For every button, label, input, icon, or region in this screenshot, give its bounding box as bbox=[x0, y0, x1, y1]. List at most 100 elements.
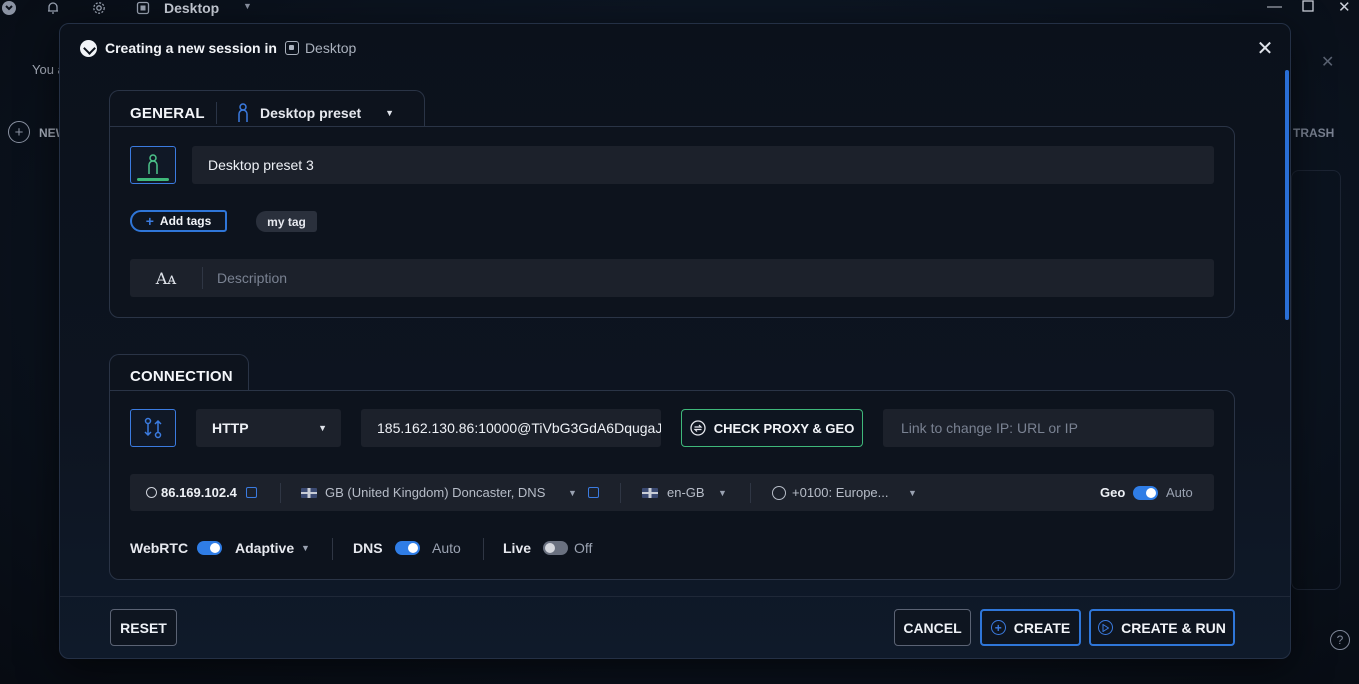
create-label: CREATE bbox=[1013, 619, 1071, 636]
background-new-icon[interactable]: + bbox=[8, 121, 30, 143]
modal-workspace: Desktop bbox=[284, 40, 357, 56]
connection-tab-label: CONNECTION bbox=[130, 368, 233, 385]
live-toggle[interactable] bbox=[543, 541, 568, 555]
chevron-down-icon[interactable]: ▼ bbox=[568, 488, 577, 498]
check-proxy-button[interactable]: CHECK PROXY & GEO bbox=[681, 409, 863, 447]
tag-chip[interactable]: my tag bbox=[256, 211, 317, 232]
workspace-icon bbox=[284, 41, 299, 55]
geo-mode: Auto bbox=[1166, 485, 1193, 500]
add-tags-button[interactable]: + Add tags bbox=[130, 210, 227, 232]
avatar-picker[interactable] bbox=[130, 146, 176, 184]
workspace-icon bbox=[135, 0, 151, 16]
description-placeholder: Description bbox=[217, 270, 288, 286]
preset-selector[interactable]: Desktop preset ▼ bbox=[236, 102, 394, 124]
plus-circle-icon: + bbox=[990, 620, 1006, 635]
copy-icon[interactable] bbox=[588, 487, 599, 498]
geo-label: Geo bbox=[1100, 485, 1126, 500]
person-icon bbox=[238, 103, 248, 122]
brand-logo-icon bbox=[80, 39, 97, 57]
background-panel bbox=[1291, 170, 1341, 590]
app-logo-icon bbox=[0, 0, 18, 16]
ip-address: 86.169.102.4 bbox=[161, 485, 237, 500]
chevron-down-icon[interactable]: ▼ bbox=[908, 488, 917, 498]
create-button[interactable]: + CREATE bbox=[980, 609, 1081, 646]
scrollbar[interactable] bbox=[1285, 70, 1289, 320]
reset-label: RESET bbox=[120, 619, 167, 636]
proxy-type-icon-button[interactable] bbox=[130, 409, 176, 447]
uk-flag-icon bbox=[642, 487, 658, 498]
tab-divider bbox=[216, 102, 217, 124]
avatar-underline bbox=[137, 178, 169, 181]
tag-label: my tag bbox=[267, 214, 306, 229]
minimize-icon[interactable]: — bbox=[1267, 0, 1282, 15]
field-divider bbox=[202, 267, 203, 289]
connection-toggles-row: WebRTC Adaptive ▼ DNS Auto Live Off bbox=[130, 538, 730, 560]
footer-divider bbox=[60, 596, 1290, 597]
webrtc-mode[interactable]: Adaptive bbox=[235, 540, 294, 556]
play-circle-icon bbox=[1098, 620, 1114, 635]
dns-label: DNS bbox=[353, 540, 383, 556]
protocol-select[interactable]: HTTP ▼ bbox=[196, 409, 341, 447]
chevron-down-icon: ▼ bbox=[318, 423, 327, 433]
geo-info-bar: 86.169.102.4 GB (United Kingdom) Doncast… bbox=[130, 474, 1214, 511]
divider bbox=[332, 538, 333, 560]
uk-flag-icon bbox=[301, 487, 317, 498]
create-and-run-button[interactable]: CREATE & RUN bbox=[1089, 609, 1235, 646]
live-mode: Off bbox=[574, 540, 593, 556]
language-value: en-GB bbox=[667, 485, 705, 500]
create-session-modal: Creating a new session in Desktop ✕ GENE… bbox=[59, 23, 1291, 659]
modal-title: Creating a new session in bbox=[105, 40, 277, 56]
gear-icon[interactable] bbox=[91, 0, 107, 16]
refresh-icon bbox=[690, 420, 706, 436]
close-icon[interactable]: ✕ bbox=[1256, 36, 1274, 61]
general-tab-label: GENERAL bbox=[130, 105, 205, 122]
status-circle-icon bbox=[146, 487, 157, 498]
copy-icon[interactable] bbox=[246, 487, 257, 498]
plus-icon: + bbox=[145, 213, 154, 229]
geo-toggle[interactable] bbox=[1133, 485, 1158, 500]
timezone-value: +0100: Europe... bbox=[792, 485, 889, 500]
change-ip-input[interactable]: Link to change IP: URL or IP bbox=[883, 409, 1214, 447]
webrtc-toggle[interactable] bbox=[197, 541, 222, 555]
background-close-icon[interactable]: ✕ bbox=[1321, 52, 1334, 72]
reset-button[interactable]: RESET bbox=[110, 609, 177, 646]
proxy-value: 185.162.130.86:10000@TiVbG3GdA6DqugaJ bbox=[377, 420, 661, 436]
create-and-run-label: CREATE & RUN bbox=[1121, 619, 1226, 636]
workspace-caret-icon[interactable]: ▼ bbox=[243, 1, 252, 11]
dns-mode: Auto bbox=[432, 540, 461, 556]
session-name-value: Desktop preset 3 bbox=[208, 157, 314, 173]
preset-label: Desktop preset bbox=[260, 105, 362, 121]
change-ip-placeholder: Link to change IP: URL or IP bbox=[901, 420, 1078, 436]
cancel-label: CANCEL bbox=[903, 619, 962, 636]
dns-toggle[interactable] bbox=[395, 541, 420, 555]
divider bbox=[483, 538, 484, 560]
protocol-value: HTTP bbox=[212, 420, 249, 436]
cancel-button[interactable]: CANCEL bbox=[894, 609, 971, 646]
app-titlebar: Desktop ▼ — ✕ bbox=[0, 0, 1359, 18]
bell-icon[interactable] bbox=[45, 0, 61, 16]
modal-header: Creating a new session in Desktop bbox=[80, 38, 356, 58]
maximize-icon[interactable] bbox=[1302, 0, 1314, 16]
window-close-icon[interactable]: ✕ bbox=[1338, 0, 1351, 16]
route-icon bbox=[144, 417, 162, 439]
divider bbox=[750, 482, 751, 503]
divider bbox=[620, 482, 621, 503]
help-icon[interactable]: ? bbox=[1330, 630, 1350, 650]
person-icon bbox=[148, 154, 158, 174]
session-name-input[interactable]: Desktop preset 3 bbox=[192, 146, 1214, 184]
background-trash-label: TRASH bbox=[1293, 126, 1335, 140]
text-format-icon: Aᴀ bbox=[155, 268, 177, 288]
add-tags-label: Add tags bbox=[159, 214, 212, 228]
live-label: Live bbox=[503, 540, 532, 556]
chevron-down-icon: ▼ bbox=[385, 108, 395, 118]
description-input[interactable]: Aᴀ Description bbox=[130, 259, 1214, 297]
clock-icon bbox=[772, 485, 786, 500]
divider bbox=[280, 482, 281, 503]
check-proxy-label: CHECK PROXY & GEO bbox=[713, 420, 855, 436]
proxy-input[interactable]: 185.162.130.86:10000@TiVbG3GdA6DqugaJ bbox=[361, 409, 661, 447]
location-value: GB (United Kingdom) Doncaster, DNS bbox=[325, 485, 546, 500]
chevron-down-icon[interactable]: ▼ bbox=[301, 543, 310, 553]
workspace-name[interactable]: Desktop bbox=[164, 0, 219, 16]
modal-workspace-name: Desktop bbox=[304, 40, 357, 56]
chevron-down-icon[interactable]: ▼ bbox=[718, 488, 727, 498]
